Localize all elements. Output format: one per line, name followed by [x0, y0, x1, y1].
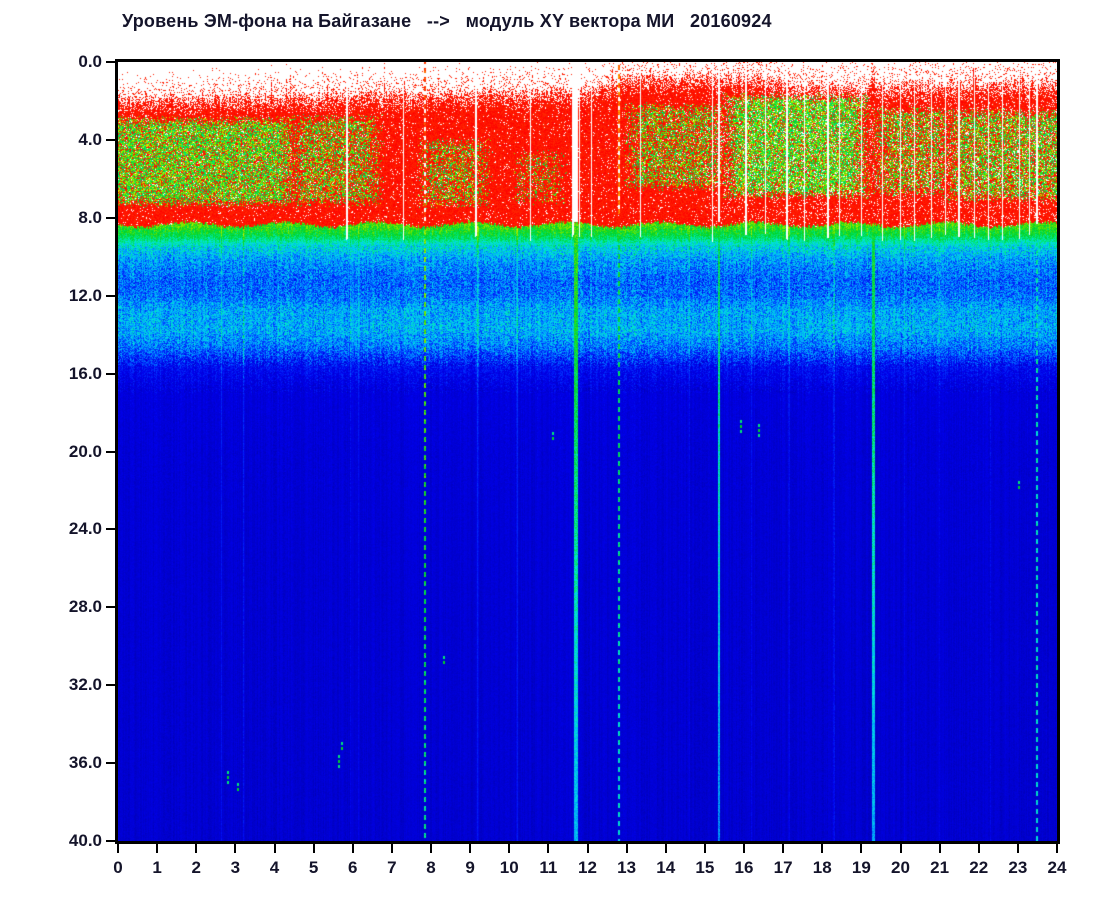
x-tick-label: 8: [426, 858, 436, 877]
y-tick-label: 16.0: [68, 363, 102, 383]
x-tick-label: 5: [308, 858, 319, 877]
y-axis-tick: [106, 762, 115, 765]
y-axis-tick: [106, 216, 115, 219]
x-tick-label: 17: [773, 858, 793, 877]
x-axis-tick: [312, 844, 315, 853]
x-axis-tick: [703, 844, 706, 853]
y-tick-label: 40.0: [68, 831, 102, 850]
x-tick-label: 19: [851, 858, 871, 877]
x-axis-tick: [117, 844, 119, 853]
y-tick-label: 0.0: [78, 52, 102, 71]
y-tick-label: 32.0: [68, 675, 102, 695]
em-background-spectrogram-page: Уровень ЭМ-фона на Байгазане --> модуль …: [0, 0, 1096, 900]
x-axis-tick: [625, 844, 628, 853]
x-tick-label: 2: [191, 858, 201, 877]
x-tick-label: 12: [578, 858, 597, 877]
y-axis-tick: [106, 450, 115, 453]
x-tick-label: 7: [387, 858, 397, 877]
x-tick-label: 10: [499, 858, 519, 877]
x-axis-tick: [938, 844, 941, 853]
x-axis-tick: [351, 844, 354, 853]
x-axis-tick: [273, 844, 276, 853]
x-tick-label: 18: [812, 858, 832, 877]
x-tick-label: 23: [1008, 858, 1028, 877]
x-tick-label: 16: [734, 858, 754, 877]
x-tick-label: 15: [695, 858, 715, 877]
y-tick-label: 4.0: [78, 129, 102, 149]
spectrogram-heatmap: [118, 62, 1057, 841]
x-axis-tick: [469, 844, 472, 853]
y-tick-label: 28.0: [68, 597, 102, 617]
x-axis-tick: [1016, 844, 1019, 853]
x-axis-tick: [977, 844, 980, 853]
chart-title: Уровень ЭМ-фона на Байгазане --> модуль …: [122, 11, 772, 31]
x-tick-label: 9: [465, 858, 475, 877]
y-tick-label: 8.0: [78, 207, 102, 227]
x-axis-tick: [586, 844, 589, 853]
x-axis-tick: [508, 844, 511, 853]
x-axis-tick: [899, 844, 902, 853]
y-axis-tick: [106, 840, 115, 842]
y-axis-tick: [106, 61, 115, 63]
x-axis-tick: [782, 844, 785, 853]
x-axis-tick: [743, 844, 745, 853]
x-axis-tick: [1056, 844, 1058, 853]
x-axis-tick: [390, 844, 393, 853]
x-axis-tick: [234, 844, 237, 853]
x-tick-label: 21: [930, 858, 950, 877]
x-tick-label: 24: [1047, 858, 1067, 877]
x-tick-label: 4: [269, 858, 280, 877]
x-axis-tick: [430, 844, 432, 853]
x-axis-tick: [547, 844, 550, 853]
y-axis-tick: [106, 528, 115, 531]
y-tick-label: 20.0: [68, 441, 102, 461]
x-tick-label: 0: [113, 858, 123, 877]
x-tick-label: 3: [230, 858, 241, 877]
x-axis-tick: [156, 844, 159, 853]
x-tick-label: 11: [539, 858, 558, 877]
x-axis-tick: [195, 844, 198, 853]
x-axis-tick: [821, 844, 824, 853]
y-tick-label: 36.0: [68, 753, 102, 773]
y-axis-tick: [106, 606, 115, 609]
y-axis-tick: [106, 294, 115, 297]
y-tick-label: 12.0: [68, 285, 102, 305]
y-axis-tick: [106, 138, 115, 141]
x-axis-tick: [664, 844, 667, 853]
x-tick-label: 6: [348, 858, 358, 877]
x-tick-label: 13: [617, 858, 637, 877]
x-tick-label: 14: [656, 858, 676, 877]
x-axis-tick: [860, 844, 863, 853]
y-axis-tick: [106, 684, 115, 687]
y-axis-tick: [106, 372, 115, 375]
y-tick-label: 24.0: [68, 519, 102, 539]
x-tick-label: 1: [152, 858, 162, 877]
x-tick-label: 20: [891, 858, 910, 877]
plot-frame: [115, 59, 1060, 844]
x-tick-label: 22: [969, 858, 989, 877]
